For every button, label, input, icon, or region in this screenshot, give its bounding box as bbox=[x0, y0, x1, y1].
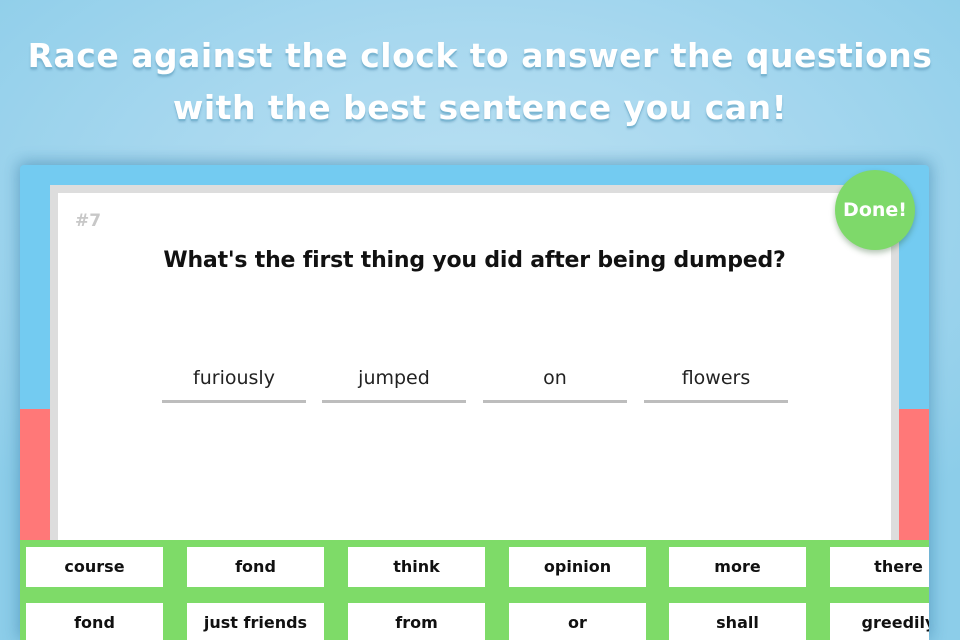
answer-slot[interactable]: flowers bbox=[644, 361, 788, 403]
done-button[interactable]: Done! bbox=[835, 170, 915, 250]
word-bank: course fond think opinion more there fon… bbox=[20, 540, 929, 640]
word-tile[interactable]: or bbox=[509, 603, 646, 640]
instructions-headline: Race against the clock to answer the que… bbox=[0, 30, 960, 134]
answer-slots: furiously jumped on flowers bbox=[162, 361, 802, 405]
question-card-frame: #7 What's the first thing you did after … bbox=[50, 185, 899, 545]
answer-slot[interactable]: on bbox=[483, 361, 627, 403]
word-tile[interactable]: opinion bbox=[509, 547, 646, 587]
word-tile[interactable]: from bbox=[348, 603, 485, 640]
headline-line-1: Race against the clock to answer the que… bbox=[27, 36, 933, 75]
question-card: #7 What's the first thing you did after … bbox=[58, 193, 891, 545]
word-tile[interactable]: greedily bbox=[830, 603, 929, 640]
answer-slot[interactable]: jumped bbox=[322, 361, 466, 403]
word-tile[interactable]: more bbox=[669, 547, 806, 587]
answer-slot[interactable]: furiously bbox=[162, 361, 306, 403]
question-text: What's the first thing you did after bei… bbox=[163, 248, 786, 273]
word-tile[interactable]: shall bbox=[669, 603, 806, 640]
word-tile[interactable]: fond bbox=[26, 603, 163, 640]
word-tile[interactable]: course bbox=[26, 547, 163, 587]
word-tile[interactable]: fond bbox=[187, 547, 324, 587]
headline-line-2: with the best sentence you can! bbox=[172, 88, 788, 127]
word-tile[interactable]: just friends bbox=[187, 603, 324, 640]
word-tile[interactable]: think bbox=[348, 547, 485, 587]
question-number: #7 bbox=[75, 211, 102, 231]
game-panel: #7 What's the first thing you did after … bbox=[20, 165, 929, 640]
word-tile[interactable]: there bbox=[830, 547, 929, 587]
